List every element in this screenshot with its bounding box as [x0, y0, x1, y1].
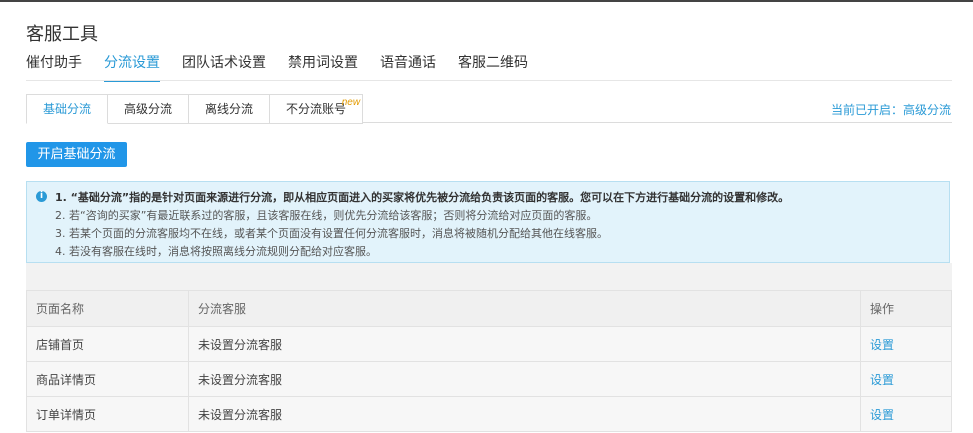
subtab-basic-routing[interactable]: 基础分流: [26, 94, 109, 124]
current-status-text: 当前已开启：高级分流: [830, 103, 951, 117]
row-agent: 未设置分流客服: [188, 326, 861, 362]
row-page-name: 商品详情页: [26, 361, 189, 397]
row-set-link[interactable]: 设置: [870, 408, 894, 422]
tab-team-scripts[interactable]: 团队话术设置: [182, 52, 266, 82]
tab-service-qrcode[interactable]: 客服二维码: [458, 52, 528, 82]
table-row: 订单详情页 未设置分流客服 设置: [26, 396, 952, 432]
subtab-no-routing-accounts[interactable]: 不分流账号 new: [270, 94, 364, 124]
table-row: 商品详情页 未设置分流客服 设置: [26, 361, 952, 397]
row-agent: 未设置分流客服: [188, 361, 861, 397]
enable-basic-routing-button[interactable]: 开启基础分流: [26, 142, 127, 167]
window-top-border: [0, 0, 973, 2]
new-badge: new: [341, 97, 361, 108]
row-agent: 未设置分流客服: [188, 396, 861, 432]
subtab-offline-routing[interactable]: 离线分流: [189, 94, 271, 124]
row-set-link[interactable]: 设置: [870, 338, 894, 352]
subtab-no-routing-label: 不分流账号: [286, 102, 347, 116]
page-title: 客服工具: [26, 24, 98, 45]
table-header-row: 页面名称 分流客服 操作: [26, 290, 952, 327]
info-line-4: 4. 若没有客服在线时，消息将按照离线分流规则分配给对应客服。: [55, 245, 377, 258]
table-row: 店铺首页 未设置分流客服 设置: [26, 326, 952, 362]
subtab-advanced-routing[interactable]: 高级分流: [108, 94, 190, 124]
info-line-1: 1. “基础分流”指的是针对页面来源进行分流，即从相应页面进入的买家将优先被分流…: [55, 191, 790, 204]
header-actions: 操作: [860, 290, 952, 327]
row-set-link[interactable]: 设置: [870, 373, 894, 387]
table-top-spacer: [26, 263, 952, 291]
row-page-name: 订单详情页: [26, 396, 189, 432]
tab-banned-words[interactable]: 禁用词设置: [288, 52, 358, 82]
main-tab-bar: 催付助手 分流设置 团队话术设置 禁用词设置 语音通话 客服二维码: [26, 52, 550, 82]
info-line-3: 3. 若某个页面的分流客服均不在线，或者某个页面没有设置任何分流客服时，消息将被…: [55, 227, 608, 240]
row-page-name: 店铺首页: [26, 326, 189, 362]
info-line-2: 2. 若“咨询的买家”有最近联系过的客服，且该客服在线，则优先分流给该客服；否则…: [55, 209, 598, 222]
routing-table: 页面名称 分流客服 操作 店铺首页 未设置分流客服 设置 商品详情页 未设置分流…: [26, 290, 952, 432]
sub-tab-bar: 基础分流 高级分流 离线分流 不分流账号 new: [26, 94, 364, 124]
tab-voice-call[interactable]: 语音通话: [380, 52, 436, 82]
tab-payment-reminder[interactable]: 催付助手: [26, 52, 82, 82]
info-icon: i: [36, 191, 47, 202]
main-tab-divider: [26, 80, 952, 81]
header-page-name: 页面名称: [26, 290, 189, 327]
header-routing-agent: 分流客服: [188, 290, 861, 327]
info-notice: i 1. “基础分流”指的是针对页面来源进行分流，即从相应页面进入的买家将优先被…: [26, 181, 950, 263]
tab-routing-settings[interactable]: 分流设置: [104, 52, 160, 82]
